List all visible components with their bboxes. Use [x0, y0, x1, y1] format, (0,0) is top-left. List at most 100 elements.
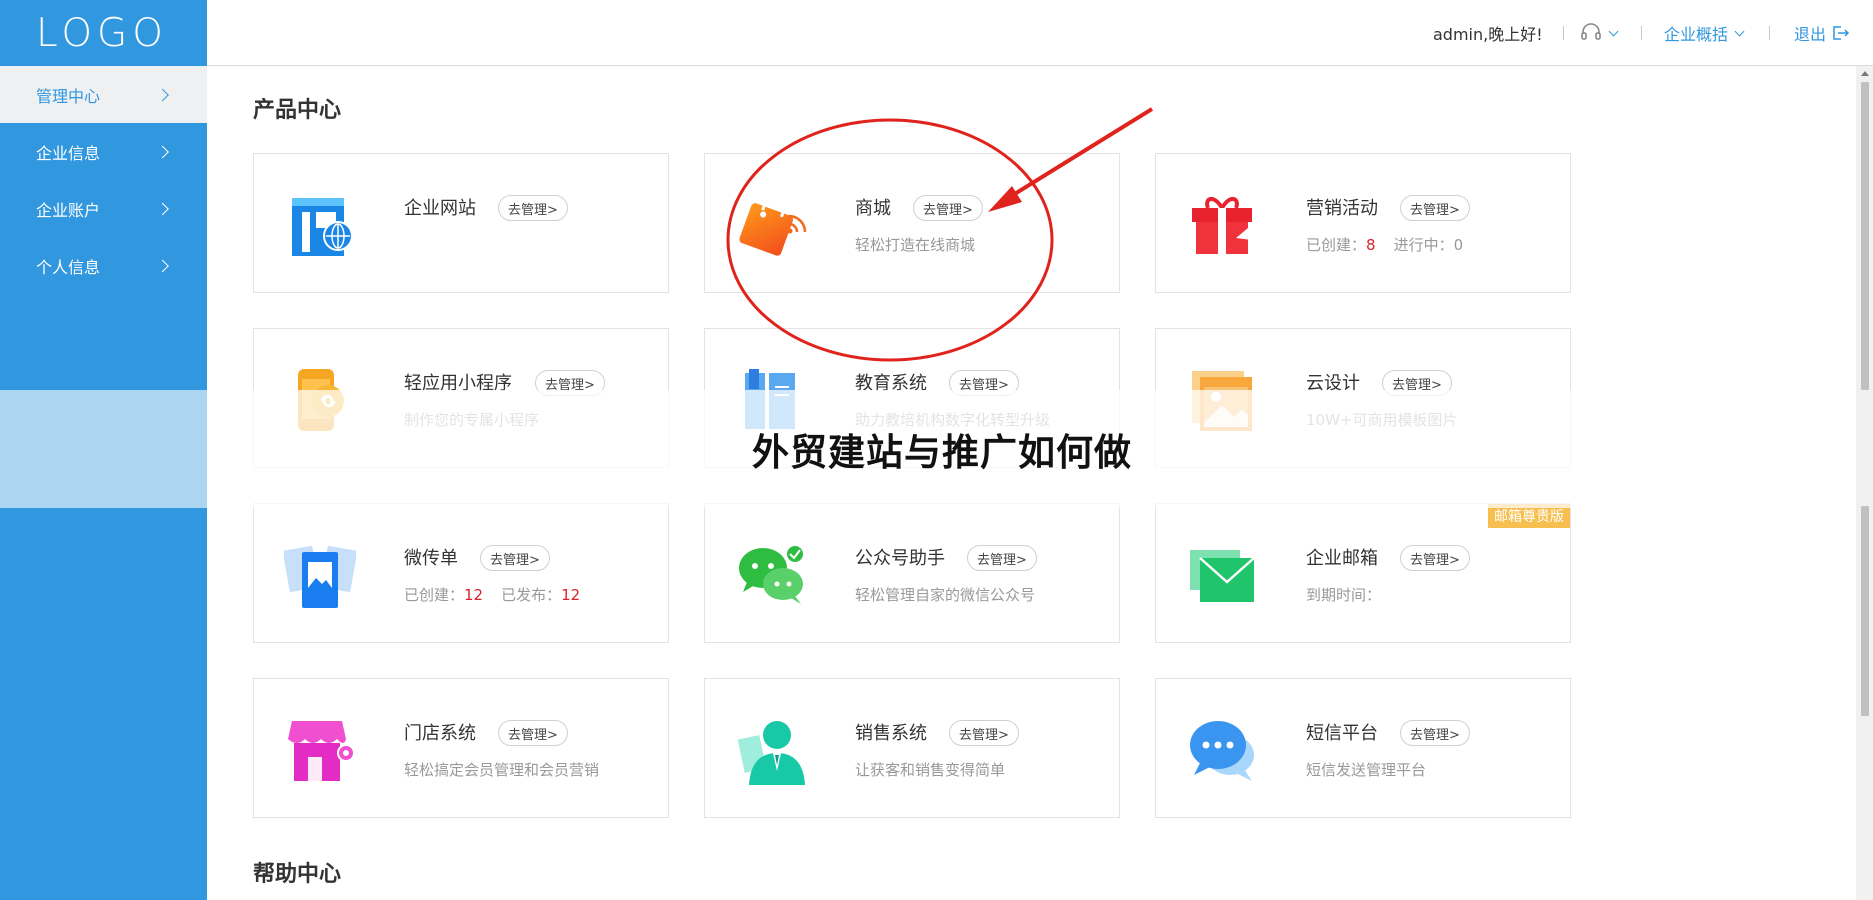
top-header: admin,晚上好! 企业概括 退出: [207, 0, 1873, 66]
product-card-mini-program: 轻应用小程序 去管理> 制作您的专属小程序: [253, 328, 669, 468]
sidebar: LOGO 管理中心 企业信息 企业账户 个人信息: [0, 0, 207, 900]
company-overview-dropdown[interactable]: 企业概括: [1664, 0, 1745, 66]
card-name: 门店系统: [404, 723, 476, 744]
logo: LOGO: [36, 10, 168, 56]
card-name: 企业邮箱: [1306, 548, 1378, 569]
published-label: 已发布：: [501, 586, 562, 604]
website-icon: [292, 198, 353, 256]
card-stats: 已创建：12 已发布：12: [404, 584, 580, 605]
scrollbar[interactable]: [1856, 66, 1873, 900]
created-label: 已创建：: [1306, 236, 1367, 254]
greeting-text: admin,晚上好!: [1433, 25, 1543, 44]
sidebar-item-label: 个人信息: [36, 257, 101, 277]
manage-button[interactable]: 去管理>: [913, 195, 983, 221]
divider: [1563, 26, 1564, 40]
company-overview-label: 企业概括: [1664, 25, 1729, 44]
chevron-down-icon: [1734, 26, 1745, 36]
gift-icon: [1192, 197, 1252, 254]
card-name: 云设计: [1306, 373, 1360, 394]
chevron-right-icon: [156, 88, 169, 101]
card-name: 短信平台: [1306, 723, 1378, 744]
manage-button[interactable]: 去管理>: [1400, 195, 1470, 221]
divider: [1769, 26, 1770, 40]
ongoing-label: 进行中：: [1393, 236, 1454, 254]
card-name: 销售系统: [855, 723, 927, 744]
card-name: 轻应用小程序: [404, 373, 512, 394]
manage-button[interactable]: 去管理>: [498, 720, 568, 746]
sidebar-item-label: 企业信息: [36, 143, 101, 163]
mini-program-icon: [298, 369, 344, 431]
product-card-cloud-design: 云设计 去管理> 10W+可商用模板图片: [1155, 328, 1571, 468]
manage-button[interactable]: 去管理>: [949, 370, 1019, 396]
manage-button[interactable]: 去管理>: [480, 545, 550, 571]
support-button[interactable]: [1580, 0, 1619, 66]
card-description: 制作您的专属小程序: [404, 411, 540, 429]
sidebar-item-company-info[interactable]: 企业信息: [0, 123, 207, 180]
section-title-products: 产品中心: [253, 98, 342, 123]
card-name: 企业网站: [404, 198, 476, 219]
chevron-down-icon: [1608, 26, 1619, 36]
section-title-help: 帮助中心: [253, 862, 342, 887]
sidebar-item-management-center[interactable]: 管理中心: [0, 66, 207, 123]
manage-button[interactable]: 去管理>: [1400, 720, 1470, 746]
manage-button[interactable]: 去管理>: [1400, 545, 1470, 571]
card-name: 微传单: [404, 548, 458, 569]
card-name: 公众号助手: [855, 548, 945, 569]
product-card-sales-system: 销售系统 去管理> 让获客和销售变得简单: [704, 678, 1120, 818]
manage-button[interactable]: 去管理>: [967, 545, 1037, 571]
scrollbar-thumb[interactable]: [1861, 82, 1869, 390]
logout-button[interactable]: 退出: [1794, 0, 1850, 66]
product-card-wechat-assistant: 公众号助手 去管理> 轻松管理自家的微信公众号: [704, 503, 1120, 643]
wechat-icon: [739, 544, 805, 604]
sidebar-item-label: 管理中心: [36, 86, 101, 106]
card-description: 10W+可商用模板图片: [1306, 411, 1458, 429]
manage-button[interactable]: 去管理>: [535, 370, 605, 396]
product-card-micro-flyer: 微传单 去管理> 已创建：12 已发布：12: [253, 503, 669, 643]
manage-button[interactable]: 去管理>: [498, 195, 568, 221]
card-name: 营销活动: [1306, 198, 1378, 219]
card-description: 轻松管理自家的微信公众号: [855, 586, 1036, 604]
card-description: 让获客和销售变得简单: [855, 761, 1006, 779]
overlay-heading: 外贸建站与推广如何做: [752, 431, 1132, 474]
salesperson-icon: [737, 721, 805, 785]
created-count: 12: [464, 586, 484, 604]
ongoing-count: 0: [1453, 236, 1464, 254]
product-card-sms-platform: 短信平台 去管理> 短信发送管理平台: [1155, 678, 1571, 818]
created-count: 8: [1366, 236, 1376, 254]
headset-icon: [1581, 23, 1601, 40]
sidebar-item-label: 企业账户: [36, 200, 101, 220]
published-count: 12: [561, 586, 581, 604]
store-icon: [288, 721, 355, 781]
created-label: 已创建：: [404, 586, 465, 604]
sms-chat-icon: [1190, 721, 1254, 781]
logout-icon: [1833, 26, 1850, 40]
product-card-marketing: 营销活动 去管理> 已创建：8 进行中：0: [1155, 153, 1571, 293]
product-card-mall: 商城 去管理> 轻松打造在线商城: [704, 153, 1120, 293]
page: LOGO 管理中心 企业信息 企业账户 个人信息 admin,晚上好! 企业概括…: [0, 0, 1873, 900]
sidebar-highlight-band: [0, 390, 207, 508]
sidebar-item-company-account[interactable]: 企业账户: [0, 180, 207, 237]
product-card-website: 企业网站 去管理>: [253, 153, 669, 293]
card-description: 到期时间：: [1306, 586, 1382, 604]
card-description: 短信发送管理平台: [1306, 761, 1427, 779]
card-name: 教育系统: [855, 373, 927, 394]
chevron-right-icon: [156, 202, 169, 215]
card-stats: 已创建：8 进行中：0: [1306, 234, 1463, 255]
card-name: 商城: [855, 198, 891, 219]
flyer-icon: [284, 545, 356, 608]
mail-icon: [1190, 550, 1255, 602]
scrollbar-thumb[interactable]: [1861, 506, 1869, 716]
shopping-bag-icon: [739, 194, 807, 256]
sidebar-item-personal-info[interactable]: 个人信息: [0, 237, 207, 294]
vip-badge: 邮箱尊贵版: [1488, 504, 1570, 528]
product-card-store-system: 门店系统 去管理> 轻松搞定会员管理和会员营销: [253, 678, 669, 818]
card-description: 轻松打造在线商城: [855, 236, 976, 254]
manage-button[interactable]: 去管理>: [949, 720, 1019, 746]
image-template-icon: [1192, 371, 1252, 431]
chevron-right-icon: [156, 145, 169, 158]
manage-button[interactable]: 去管理>: [1382, 370, 1452, 396]
logout-label: 退出: [1794, 25, 1827, 44]
chevron-right-icon: [156, 259, 169, 272]
scroll-up-arrow-icon[interactable]: [1861, 71, 1869, 76]
divider: [1641, 26, 1642, 40]
